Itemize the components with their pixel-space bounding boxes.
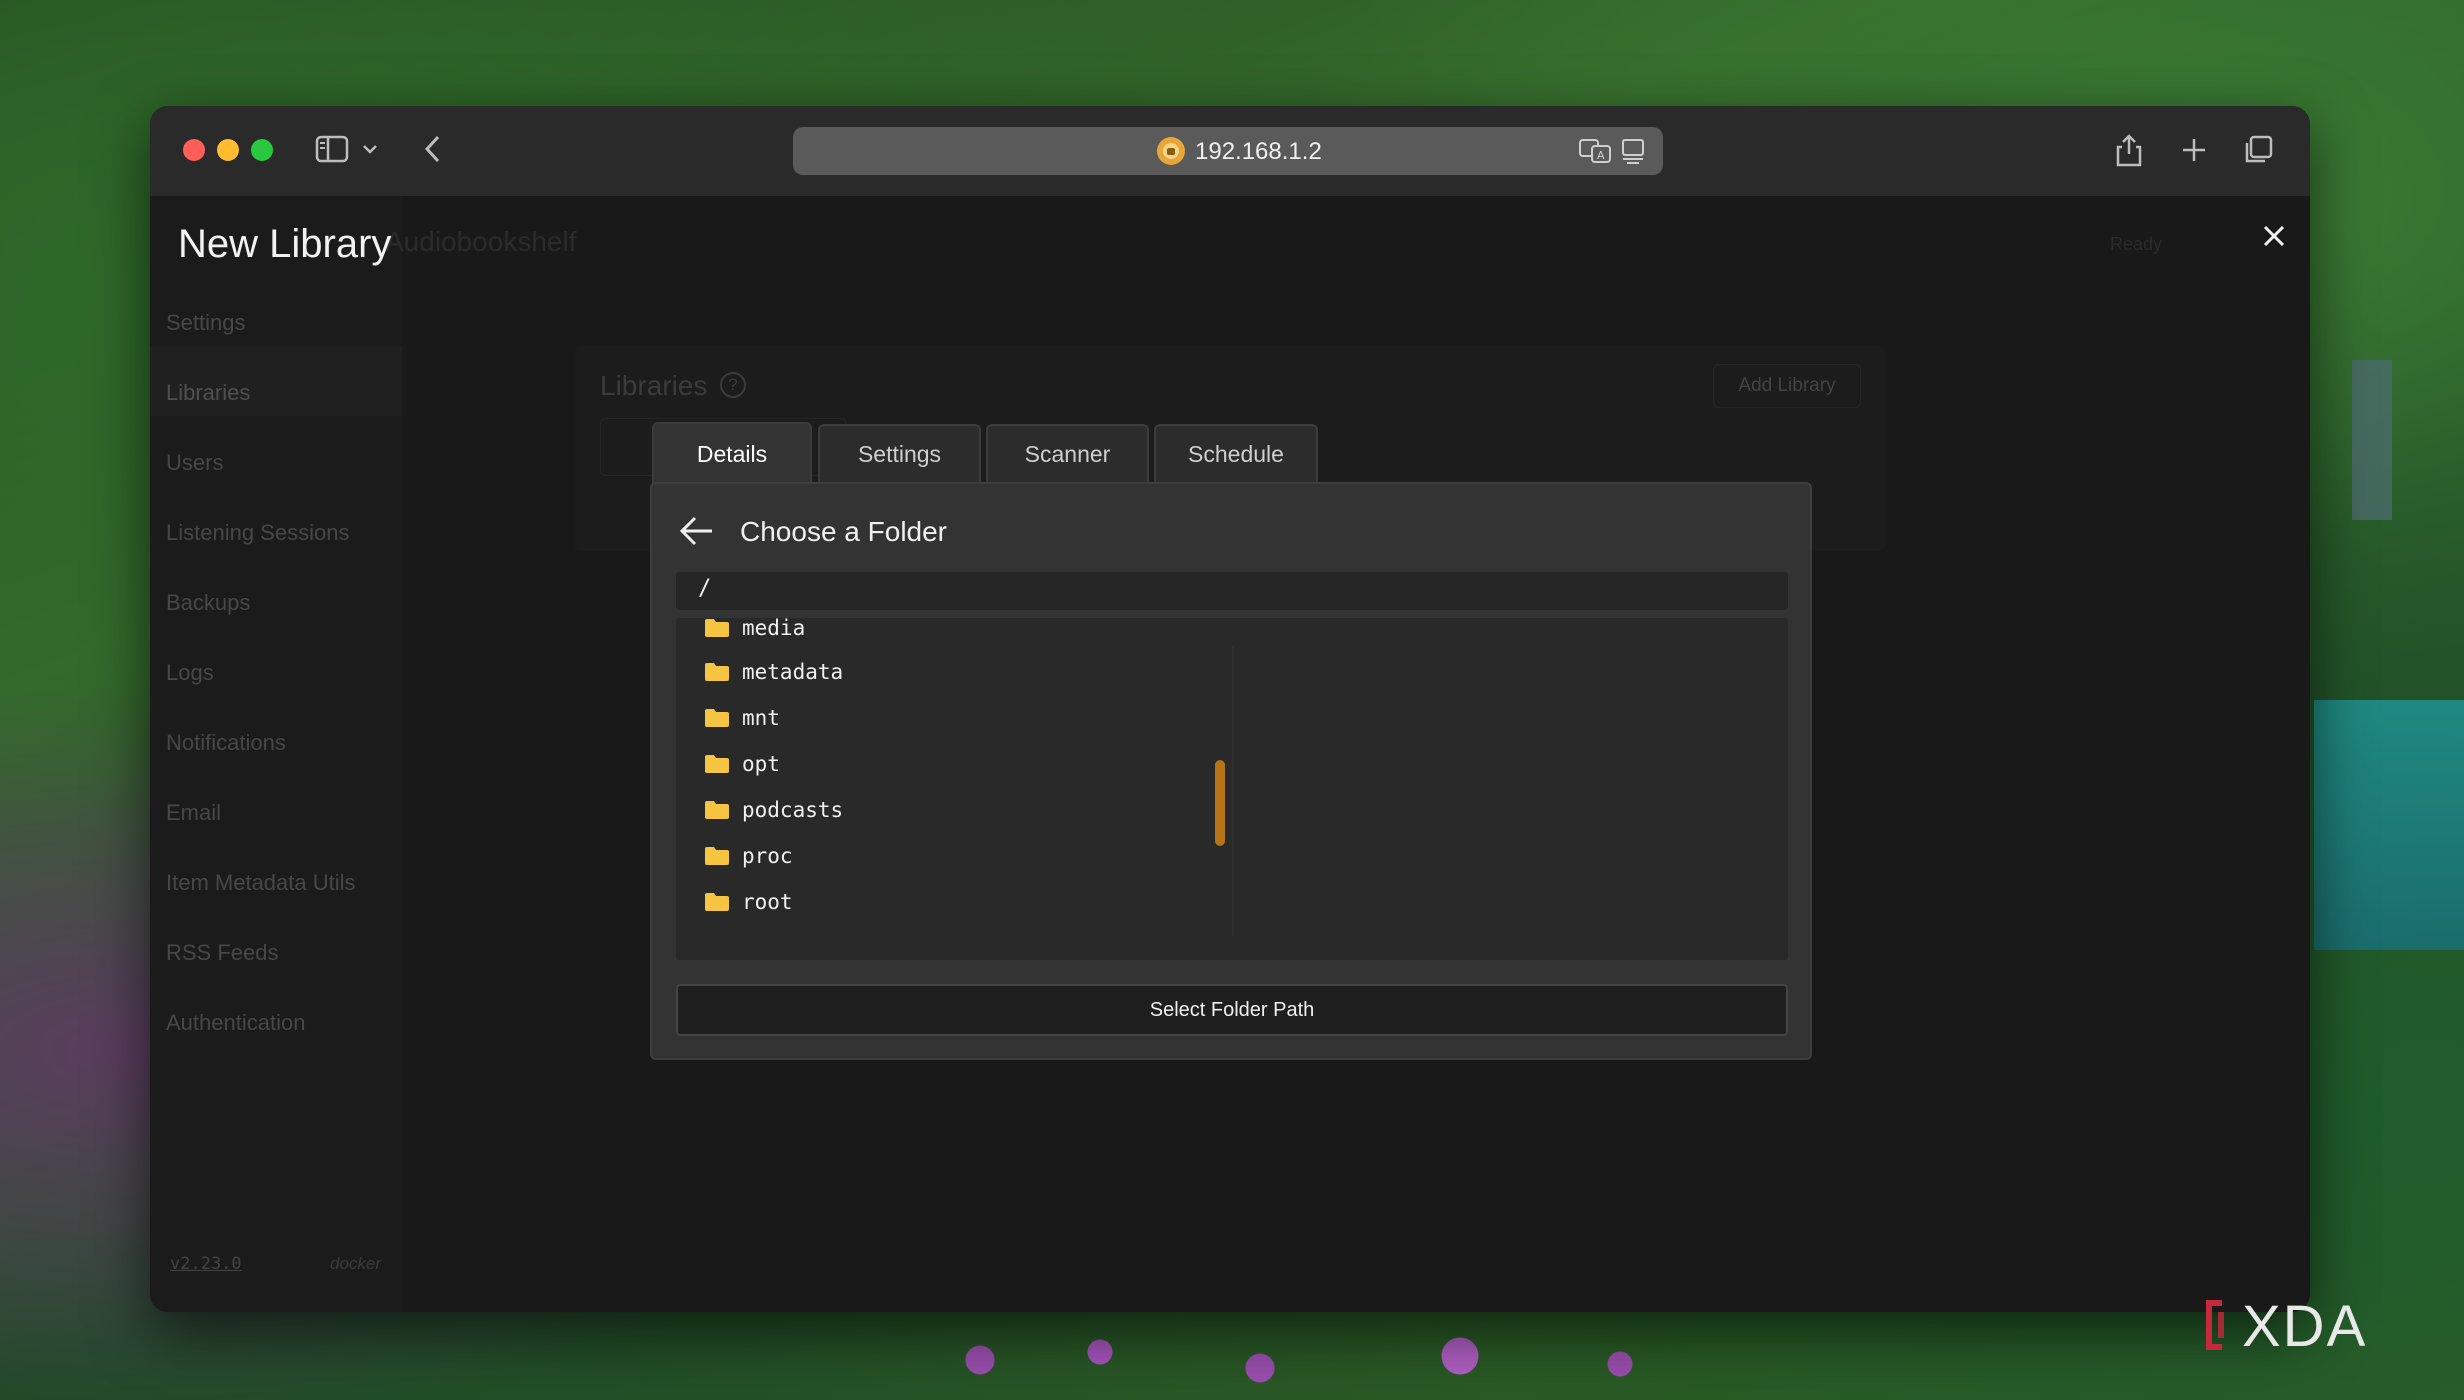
folder-item[interactable]: media [704, 618, 805, 648]
folder-icon [704, 800, 730, 820]
background-pillar [2352, 360, 2392, 520]
page-content: Settings Libraries Users Listening Sessi… [150, 196, 2310, 1312]
folder-name: mnt [742, 706, 780, 730]
current-path-field[interactable]: / [676, 572, 1788, 610]
close-window-button[interactable] [183, 139, 205, 161]
folder-item[interactable]: podcasts [704, 790, 843, 830]
new-tab-icon[interactable] [2176, 130, 2212, 170]
folder-name: opt [742, 752, 780, 776]
folder-name: podcasts [742, 798, 844, 822]
folder-name: proc [742, 844, 793, 868]
arrow-left-icon[interactable] [678, 514, 716, 548]
svg-text:XDA: XDA [2242, 1294, 2367, 1359]
folder-icon [704, 708, 730, 728]
folder-chooser-panel: Choose a Folder / media metadata mnt opt… [650, 482, 1812, 1060]
url-text: 192.168.1.2 [1195, 138, 1322, 165]
address-bar[interactable]: 192.168.1.2 A [793, 127, 1663, 175]
share-icon[interactable] [2112, 130, 2146, 170]
browser-titlebar: 192.168.1.2 A [150, 106, 2310, 196]
folder-item[interactable]: opt [704, 744, 780, 784]
folder-name: metadata [742, 660, 844, 684]
folder-icon [704, 618, 730, 638]
background-flowers [900, 1320, 1700, 1400]
folder-list[interactable]: media metadata mnt opt podcasts proc roo… [676, 618, 1788, 960]
folder-icon [704, 662, 730, 682]
reader-icon[interactable] [1619, 137, 1647, 165]
column-divider [1232, 646, 1234, 936]
tab-schedule[interactable]: Schedule [1154, 424, 1318, 482]
folder-icon [704, 892, 730, 912]
close-icon[interactable] [2256, 218, 2292, 254]
modal-overlay: New Library Details Settings Scanner Sch… [150, 196, 2310, 1312]
panel-heading: Choose a Folder [740, 516, 948, 547]
folder-icon [704, 846, 730, 866]
folder-name: media [742, 618, 806, 640]
folder-name: root [742, 890, 793, 914]
zoom-window-button[interactable] [251, 139, 273, 161]
tab-details[interactable]: Details [652, 422, 812, 484]
tab-scanner[interactable]: Scanner [986, 424, 1149, 482]
scrollbar-thumb[interactable] [1215, 760, 1225, 846]
browser-window: 192.168.1.2 A Settings Libraries Users L… [150, 106, 2310, 1312]
folder-item[interactable]: root [704, 882, 793, 922]
minimize-window-button[interactable] [217, 139, 239, 161]
folder-item[interactable]: metadata [704, 652, 843, 692]
sidebar-toggle-icon[interactable] [315, 134, 349, 164]
xda-watermark-logo: XDA [2200, 1290, 2440, 1360]
tab-overview-icon[interactable] [2240, 132, 2276, 168]
background-water [2314, 700, 2464, 950]
translate-icon[interactable]: A [1578, 137, 1612, 165]
folder-item[interactable]: mnt [704, 698, 780, 738]
folder-item[interactable]: proc [704, 836, 793, 876]
folder-icon [704, 754, 730, 774]
back-nav-icon[interactable] [418, 132, 448, 166]
select-folder-path-button[interactable]: Select Folder Path [676, 984, 1788, 1036]
site-favicon-icon [1157, 137, 1185, 165]
svg-text:A: A [1597, 149, 1605, 162]
modal-title: New Library [178, 222, 392, 266]
chevron-down-icon[interactable] [360, 134, 380, 164]
tab-settings[interactable]: Settings [818, 424, 981, 482]
